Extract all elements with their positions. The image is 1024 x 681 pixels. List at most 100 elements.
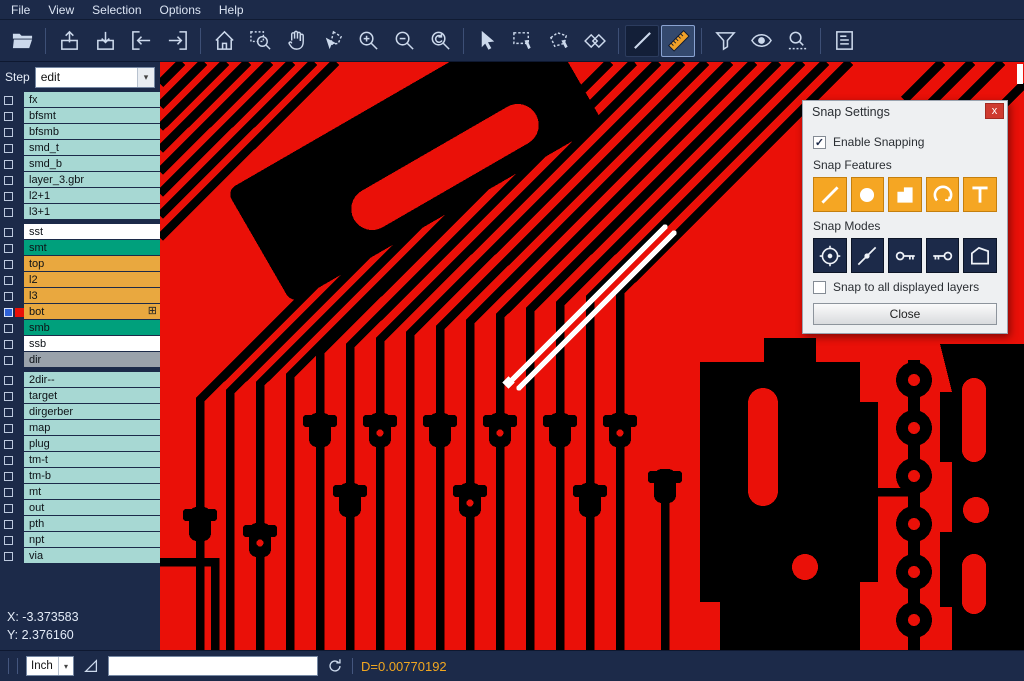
layer-row-bfsmb[interactable]: bfsmb xyxy=(0,124,160,140)
measure-button[interactable] xyxy=(661,25,695,57)
layer-row-smd_t[interactable]: smd_t xyxy=(0,140,160,156)
layer-name-label[interactable]: out xyxy=(24,500,160,515)
layer-visibility-checkbox[interactable] xyxy=(4,340,13,349)
checkbox-checked-icon[interactable]: ✓ xyxy=(813,136,826,149)
menu-item-options[interactable]: Options xyxy=(151,1,210,19)
select-button[interactable] xyxy=(470,25,504,57)
select-rectangle-button[interactable] xyxy=(506,25,540,57)
layer-visibility-checkbox[interactable] xyxy=(4,176,13,185)
pcb-canvas[interactable]: Snap Settings x ✓ Enable Snapping Snap F… xyxy=(160,62,1024,650)
layer-visibility-checkbox[interactable] xyxy=(4,552,13,561)
command-input[interactable] xyxy=(108,656,318,676)
zoom-previous-button[interactable] xyxy=(423,25,457,57)
angle-tool-icon[interactable] xyxy=(82,657,100,675)
layer-name-label[interactable]: tm-t xyxy=(24,452,160,467)
layer-name-label[interactable]: dirgerber xyxy=(24,404,160,419)
close-button[interactable]: Close xyxy=(813,303,997,325)
layer-visibility-checkbox[interactable] xyxy=(4,244,13,253)
layer-row-l2[interactable]: l2 xyxy=(0,272,160,288)
layer-visibility-checkbox[interactable] xyxy=(4,536,13,545)
layer-row-mt[interactable]: mt xyxy=(0,484,160,500)
draw-line-button[interactable] xyxy=(625,25,659,57)
layer-row-tm-t[interactable]: tm-t xyxy=(0,452,160,468)
layer-name-label[interactable]: tm-b xyxy=(24,468,160,483)
view-options-button[interactable] xyxy=(744,25,778,57)
layer-visibility-checkbox[interactable] xyxy=(4,160,13,169)
vertical-scrollbar-thumb[interactable] xyxy=(1017,64,1023,84)
layer-row-l2+1[interactable]: l2+1 xyxy=(0,188,160,204)
filter-button[interactable] xyxy=(708,25,742,57)
layer-row-dir[interactable]: dir xyxy=(0,352,160,368)
sign-in-button[interactable] xyxy=(124,25,158,57)
layer-name-label[interactable]: bfsmb xyxy=(24,124,160,139)
layer-name-label[interactable]: l3 xyxy=(24,288,160,303)
transform-button[interactable] xyxy=(578,25,612,57)
menu-item-file[interactable]: File xyxy=(2,1,39,19)
layer-row-smb[interactable]: smb xyxy=(0,320,160,336)
menu-item-selection[interactable]: Selection xyxy=(83,1,150,19)
layer-name-label[interactable]: smd_t xyxy=(24,140,160,155)
layer-name-label[interactable]: dir xyxy=(24,352,160,367)
layer-row-fx[interactable]: fx xyxy=(0,92,160,108)
zoom-home-button[interactable] xyxy=(207,25,241,57)
layer-visibility-checkbox[interactable] xyxy=(4,488,13,497)
layer-row-top[interactable]: top xyxy=(0,256,160,272)
layer-name-label[interactable]: fx xyxy=(24,92,160,107)
snap-feature-arc-button[interactable] xyxy=(926,177,960,212)
layer-name-label[interactable]: pth xyxy=(24,516,160,531)
close-icon[interactable]: x xyxy=(985,103,1004,119)
snap-all-layers-checkbox[interactable]: Snap to all displayed layers xyxy=(813,280,997,294)
sign-out-button[interactable] xyxy=(160,25,194,57)
open-button[interactable] xyxy=(5,25,39,57)
layer-name-label[interactable]: ssb xyxy=(24,336,160,351)
zoom-out-button[interactable] xyxy=(387,25,421,57)
layer-visibility-checkbox[interactable] xyxy=(4,392,13,401)
unit-select[interactable]: Inch ▾ xyxy=(26,656,74,676)
snap-feature-text-button[interactable] xyxy=(963,177,997,212)
menu-item-help[interactable]: Help xyxy=(210,1,253,19)
layer-row-via[interactable]: via xyxy=(0,548,160,564)
layer-name-label[interactable]: layer_3.gbr xyxy=(24,172,160,187)
layer-name-label[interactable]: smt xyxy=(24,240,160,255)
snap-feature-line-button[interactable] xyxy=(813,177,847,212)
checkbox-unchecked-icon[interactable] xyxy=(813,281,826,294)
layer-name-label[interactable]: mt xyxy=(24,484,160,499)
zoom-in-button[interactable] xyxy=(351,25,385,57)
layer-name-label[interactable]: l2+1 xyxy=(24,188,160,203)
layer-row-npt[interactable]: npt xyxy=(0,532,160,548)
layer-visibility-checkbox[interactable] xyxy=(4,260,13,269)
layer-visibility-checkbox[interactable] xyxy=(4,276,13,285)
layer-row-l3[interactable]: l3 xyxy=(0,288,160,304)
layer-visibility-checkbox[interactable] xyxy=(4,440,13,449)
layer-name-label[interactable]: top xyxy=(24,256,160,271)
export-button[interactable] xyxy=(88,25,122,57)
layer-visibility-checkbox[interactable] xyxy=(4,472,13,481)
layer-row-2dir--[interactable]: 2dir-- xyxy=(0,372,160,388)
snap-feature-surface-button[interactable] xyxy=(888,177,922,212)
layer-row-tm-b[interactable]: tm-b xyxy=(0,468,160,484)
layer-name-label[interactable]: l2 xyxy=(24,272,160,287)
layer-visibility-checkbox[interactable] xyxy=(4,292,13,301)
layer-name-label[interactable]: map xyxy=(24,420,160,435)
layer-row-out[interactable]: out xyxy=(0,500,160,516)
enable-snapping-checkbox[interactable]: ✓ Enable Snapping xyxy=(813,135,997,149)
layer-name-label[interactable]: via xyxy=(24,548,160,563)
pan-button[interactable] xyxy=(279,25,313,57)
snap-mode-key-left-button[interactable] xyxy=(926,238,960,273)
step-select[interactable]: edit ▾ xyxy=(35,67,155,88)
layer-visibility-checkbox[interactable] xyxy=(4,376,13,385)
import-button[interactable] xyxy=(52,25,86,57)
layer-name-label[interactable]: smd_b xyxy=(24,156,160,171)
layer-visibility-checkbox[interactable] xyxy=(4,144,13,153)
refresh-icon[interactable] xyxy=(326,657,344,675)
layer-row-dirgerber[interactable]: dirgerber xyxy=(0,404,160,420)
lasso-zoom-button[interactable] xyxy=(315,25,349,57)
layer-name-label[interactable]: 2dir-- xyxy=(24,372,160,387)
layer-visibility-checkbox[interactable] xyxy=(4,408,13,417)
search-region-button[interactable] xyxy=(780,25,814,57)
layer-row-map[interactable]: map xyxy=(0,420,160,436)
layer-name-label[interactable]: npt xyxy=(24,532,160,547)
layer-row-sst[interactable]: sst xyxy=(0,224,160,240)
layer-row-target[interactable]: target xyxy=(0,388,160,404)
layer-visibility-checkbox[interactable] xyxy=(4,208,13,217)
